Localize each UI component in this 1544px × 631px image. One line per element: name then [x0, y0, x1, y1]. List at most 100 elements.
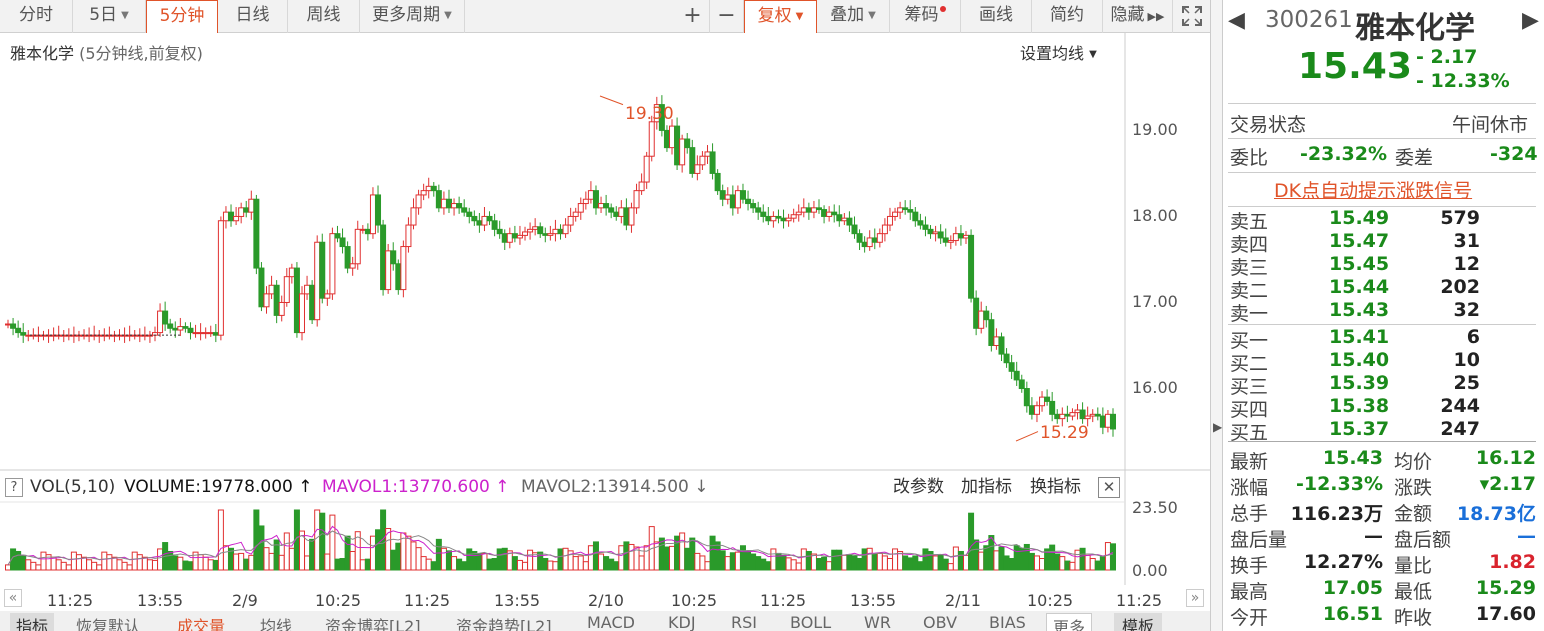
arrow-up-icon: ↑ — [495, 477, 510, 497]
hide-button[interactable]: 隐藏 ▶▶ — [1103, 0, 1173, 33]
volume-bar — [440, 547, 447, 571]
candle-body — [385, 250, 392, 291]
candle-body — [1110, 413, 1116, 430]
volume-bar — [466, 548, 473, 571]
kline-chart — [0, 33, 1210, 585]
candle-body — [430, 185, 437, 192]
switch-indicator-button[interactable]: 换指标 — [1030, 472, 1081, 502]
tab-macd[interactable]: MACD — [587, 613, 635, 631]
tab-obv[interactable]: OBV — [923, 613, 957, 631]
volume-bar — [395, 542, 402, 571]
candle-body — [177, 326, 184, 331]
volume-bar — [167, 550, 174, 571]
next-stock-icon[interactable]: ▶ — [1522, 8, 1539, 33]
tab-fund-trend[interactable]: 资金趋势[L2] — [456, 613, 552, 631]
dk-signal-link[interactable]: DK点自动提示涨跌信号 — [1274, 176, 1472, 203]
tab-more-periods[interactable]: 更多周期 ▼ — [360, 0, 465, 33]
candle-body — [410, 207, 417, 226]
tab-5day[interactable]: 5日 ▼ — [73, 0, 146, 33]
fuquan-button[interactable]: 复权 ▼ — [744, 0, 817, 33]
volume-bar — [856, 558, 863, 571]
change-params-button[interactable]: 改参数 — [893, 472, 944, 502]
volume-bar — [618, 545, 625, 571]
candle-body — [927, 228, 934, 235]
tab-5min[interactable]: 5分钟 — [146, 0, 218, 33]
volume-bar — [131, 551, 138, 571]
scroll-right-icon[interactable]: » — [1186, 589, 1204, 607]
volume-bar — [375, 529, 382, 571]
volume-bar — [917, 561, 924, 571]
zoom-in-icon[interactable]: + — [676, 0, 710, 33]
tab-wr[interactable]: WR — [864, 613, 891, 631]
panel-splitter[interactable]: ▶ — [1210, 0, 1222, 631]
volume-bar — [65, 564, 72, 571]
tab-boll[interactable]: BOLL — [790, 613, 831, 631]
volume-bar — [1013, 545, 1020, 571]
candle-body — [30, 334, 37, 337]
volume-bar — [1110, 543, 1116, 571]
volume-bar — [187, 561, 194, 571]
volume-bar — [496, 548, 503, 571]
tab-more[interactable]: 更多 — [1046, 613, 1093, 631]
fullscreen-icon[interactable] — [1173, 0, 1210, 33]
candle-body — [375, 194, 382, 226]
candle-body — [15, 327, 22, 334]
draw-line-button[interactable]: 画线 — [961, 0, 1032, 33]
tab-daily[interactable]: 日线 — [218, 0, 288, 33]
zoom-out-icon[interactable]: − — [710, 0, 744, 33]
candle-body — [273, 284, 280, 316]
scroll-left-icon[interactable]: « — [4, 589, 22, 607]
add-indicator-button[interactable]: 加指标 — [961, 472, 1012, 502]
stock-code: 300261 — [1265, 7, 1353, 33]
candle-body — [1039, 396, 1046, 407]
volume-bar — [451, 556, 458, 571]
tab-ma[interactable]: 均线 — [260, 613, 292, 631]
simple-button[interactable]: 简约 — [1032, 0, 1103, 33]
period-toolbar: 分时 5日 ▼ 5分钟 日线 周线 更多周期 ▼ + − 复权 ▼ 叠加 ▼ 筹码 画线… — [0, 0, 1210, 33]
close-icon[interactable]: ✕ — [1098, 477, 1120, 498]
volume-bar — [1008, 558, 1015, 571]
volume-bar — [1028, 552, 1035, 571]
candle-body — [258, 267, 265, 308]
candle-body — [567, 215, 574, 226]
volume-bar — [780, 554, 787, 571]
tab-volume[interactable]: 成交量 — [177, 613, 225, 631]
candle-body — [669, 125, 676, 149]
candle-body — [75, 334, 82, 337]
tab-restore-default[interactable]: 恢复默认 — [76, 613, 140, 631]
volume-bar — [369, 535, 376, 571]
tab-bias[interactable]: BIAS — [989, 613, 1026, 631]
volume-bar — [663, 546, 670, 571]
caret-down-icon: ▼ — [795, 11, 804, 22]
overlay-button[interactable]: 叠加 ▼ — [817, 0, 890, 33]
ma-setting-button[interactable]: 设置均线 ▼ — [1020, 40, 1097, 64]
tab-weekly[interactable]: 周线 — [288, 0, 360, 33]
volume-bar — [775, 552, 782, 571]
volume-bar — [851, 555, 858, 571]
tab-template[interactable]: 模板 — [1114, 613, 1163, 631]
candle-body — [932, 231, 939, 235]
volume-bar — [304, 555, 311, 571]
prev-stock-icon[interactable]: ◀ — [1228, 8, 1245, 33]
tab-fund-game[interactable]: 资金博弈[L2] — [325, 613, 421, 631]
candle-body — [1033, 405, 1040, 415]
volume-bar — [978, 551, 985, 571]
collapse-arrow-icon[interactable]: ▶ — [1213, 420, 1222, 434]
chips-button[interactable]: 筹码 — [890, 0, 961, 33]
candle-body — [952, 233, 959, 242]
stat-label: 最新 — [1230, 451, 1269, 473]
tab-indicator[interactable]: 指标 — [10, 613, 55, 631]
candle-body — [1018, 379, 1025, 390]
tab-fenshi[interactable]: 分时 — [0, 0, 73, 33]
volume-bar — [557, 548, 564, 571]
tab-kdj[interactable]: KDJ — [668, 613, 696, 631]
volume-bar — [810, 553, 817, 571]
volume-bar — [111, 556, 118, 571]
tab-rsi[interactable]: RSI — [731, 613, 757, 631]
volume-bar — [998, 546, 1005, 571]
candle-body — [390, 250, 397, 265]
volume-bar — [233, 553, 240, 571]
volume-bar — [760, 558, 767, 571]
candle-body — [1049, 400, 1056, 415]
volume-bar — [1069, 561, 1076, 571]
